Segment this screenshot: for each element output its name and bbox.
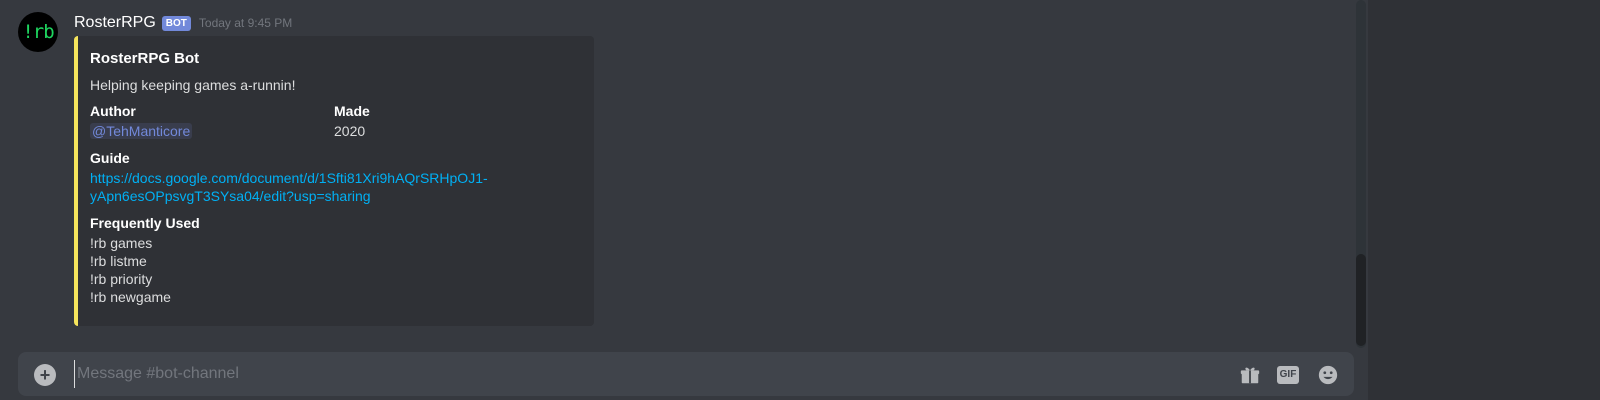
field-value: https://docs.google.com/document/d/1Sfti…: [90, 169, 578, 205]
embed-field-frequently-used: Frequently Used !rb games !rb listme !rb…: [90, 215, 578, 306]
field-name: Guide: [90, 150, 130, 166]
embed-field-made: Made 2020: [334, 103, 578, 140]
message: !rb RosterRPG BOT Today at 9:45 PM Roste…: [0, 0, 1350, 340]
embed-field-author: Author @TehManticore: [90, 103, 334, 140]
list-item: !rb newgame: [90, 289, 171, 305]
field-value: !rb games !rb listme !rb priority !rb ne…: [90, 234, 578, 306]
list-item: !rb listme: [90, 253, 147, 269]
embed-fields-row: Author @TehManticore Made 2020: [90, 103, 578, 140]
guide-link[interactable]: https://docs.google.com/document/d/1Sfti…: [90, 169, 490, 205]
list-item: !rb games: [90, 235, 153, 251]
list-item: !rb priority: [90, 271, 153, 287]
avatar[interactable]: !rb: [18, 12, 58, 52]
plus-circle-icon[interactable]: +: [34, 364, 56, 386]
field-name: Made: [334, 103, 370, 119]
username[interactable]: RosterRPG: [74, 14, 156, 32]
field-value: 2020: [334, 123, 366, 139]
scrollbar-thumb[interactable]: [1356, 254, 1366, 346]
message-header: RosterRPG BOT Today at 9:45 PM: [74, 12, 292, 34]
field-value: @TehManticore: [90, 122, 334, 140]
message-input[interactable]: [74, 360, 1194, 388]
chat-area: !rb RosterRPG BOT Today at 9:45 PM Roste…: [0, 0, 1368, 400]
field-name: Author: [90, 103, 136, 119]
bot-tag: BOT: [161, 15, 191, 31]
gif-icon[interactable]: GIF: [1276, 363, 1300, 387]
emoji-icon[interactable]: [1316, 363, 1340, 387]
embed-description: Helping keeping games a-runnin!: [90, 77, 296, 93]
right-panel: [1368, 0, 1600, 400]
embed-title: RosterRPG Bot: [90, 50, 200, 67]
user-mention[interactable]: @TehManticore: [90, 123, 193, 139]
timestamp: Today at 9:45 PM: [198, 16, 293, 30]
embed: RosterRPG Bot Helping keeping games a-ru…: [74, 36, 594, 326]
field-name: Frequently Used: [90, 215, 200, 231]
embed-field-guide: Guide https://docs.google.com/document/d…: [90, 150, 578, 205]
message-input-bar: + GIF: [18, 352, 1354, 396]
gif-label: GIF: [1276, 366, 1300, 384]
gift-icon[interactable]: [1238, 363, 1262, 387]
